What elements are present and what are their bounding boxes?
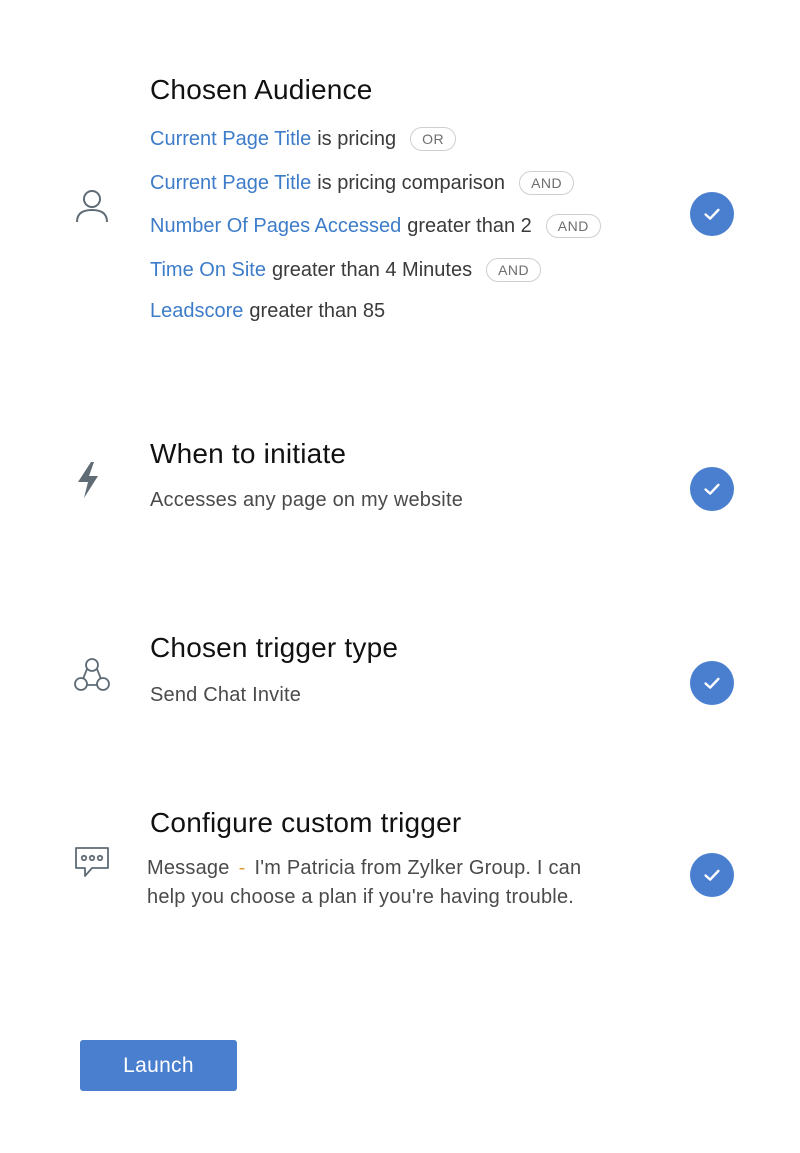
user-icon [72, 186, 112, 226]
connector-chip[interactable]: AND [519, 171, 575, 195]
initiate-check-icon[interactable] [690, 467, 734, 511]
trigger-type-title: Chosen trigger type [150, 632, 399, 663]
custom-trigger-message: Message - I'm Patricia from Zylker Group. … [147, 854, 617, 912]
audience-title: Chosen Audience [150, 74, 373, 105]
condition-row: Leadscore greater than 85 [150, 300, 385, 323]
condition-field[interactable]: Leadscore [150, 300, 243, 323]
custom-trigger-check-icon[interactable] [690, 853, 734, 897]
condition-value: greater than 4 Minutes [271, 258, 473, 281]
connector-chip[interactable]: OR [410, 127, 457, 151]
condition-field[interactable]: Current Page Title [150, 128, 311, 151]
message-label: Message [147, 857, 230, 879]
condition-value: greater than 85 [249, 300, 386, 322]
condition-field[interactable]: Current Page Title [150, 172, 311, 195]
condition-row: Time On Site greater than 4 Minutes AND [150, 258, 542, 282]
custom-trigger-title: Configure custom trigger [150, 807, 462, 838]
condition-row: Current Page Title is pricing OR [150, 127, 457, 151]
message-separator: - [238, 857, 246, 879]
condition-value: greater than 2 [407, 214, 532, 237]
connector-chip[interactable]: AND [545, 214, 601, 238]
condition-row: Number Of Pages Accessed greater than 2 … [150, 214, 601, 238]
launch-button[interactable]: Launch [80, 1040, 237, 1091]
condition-field[interactable]: Time On Site [150, 259, 266, 282]
initiate-description: Accesses any page on my website [150, 489, 464, 511]
trigger-type-check-icon[interactable] [690, 661, 734, 705]
connector-chip[interactable]: AND [486, 258, 542, 282]
audience-check-icon[interactable] [690, 192, 734, 236]
lightning-icon [72, 460, 112, 500]
condition-value: is pricing comparison [317, 171, 506, 194]
trigger-type-description: Send Chat Invite [150, 684, 302, 706]
chat-bubble-icon [72, 842, 112, 882]
condition-row: Current Page Title is pricing comparison… [150, 171, 575, 195]
condition-field[interactable]: Number Of Pages Accessed [150, 215, 401, 238]
initiate-title: When to initiate [150, 438, 347, 469]
condition-value: is pricing [317, 127, 397, 150]
network-icon [72, 656, 112, 696]
